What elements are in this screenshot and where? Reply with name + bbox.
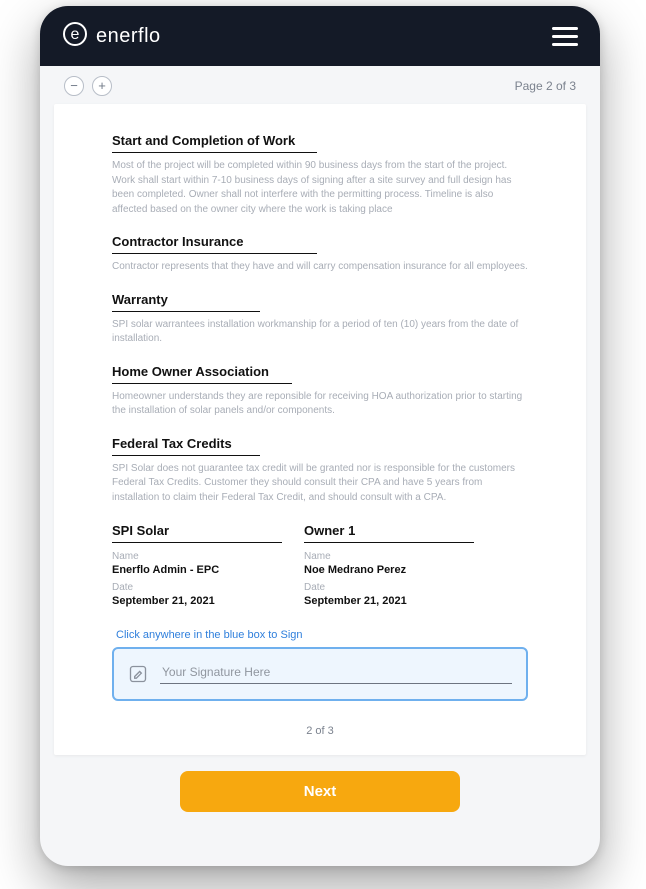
section-body: Contractor represents that they have and… <box>112 260 528 275</box>
zoom-controls: − + <box>64 76 112 96</box>
signature-icon <box>128 664 148 684</box>
signature-placeholder: Your Signature Here <box>160 665 270 679</box>
party-label: SPI Solar <box>112 523 282 543</box>
date-value: September 21, 2021 <box>112 595 282 607</box>
section-start-completion: Start and Completion of Work Most of the… <box>112 132 528 217</box>
section-title: Home Owner Association <box>112 364 292 384</box>
signature-party-1: SPI Solar Name Enerflo Admin - EPC Date … <box>112 523 282 607</box>
signature-box[interactable]: Your Signature Here <box>112 647 528 701</box>
zoom-in-button[interactable]: + <box>92 76 112 96</box>
section-title: Contractor Insurance <box>112 234 317 254</box>
section-contractor-insurance: Contractor Insurance Contractor represen… <box>112 233 528 275</box>
date-label: Date <box>304 582 474 593</box>
date-value: September 21, 2021 <box>304 595 474 607</box>
document-toolbar: − + Page 2 of 3 <box>40 66 600 104</box>
party-label: Owner 1 <box>304 523 474 543</box>
enerflo-logo-icon: e <box>62 21 88 52</box>
signature-prompt: Click anywhere in the blue box to Sign <box>116 629 528 641</box>
name-value: Enerflo Admin - EPC <box>112 564 282 576</box>
section-body: Homeowner understands they are reponsibl… <box>112 390 528 419</box>
brand-logo: e enerflo <box>62 21 161 52</box>
section-hoa: Home Owner Association Homeowner underst… <box>112 363 528 419</box>
document-page: Start and Completion of Work Most of the… <box>54 104 586 755</box>
svg-text:e: e <box>71 26 80 43</box>
menu-button[interactable] <box>552 27 578 46</box>
zoom-out-button[interactable]: − <box>64 76 84 96</box>
section-body: Most of the project will be completed wi… <box>112 159 528 217</box>
section-title: Federal Tax Credits <box>112 436 260 456</box>
name-value: Noe Medrano Perez <box>304 564 474 576</box>
app-header: e enerflo <box>40 6 600 66</box>
brand-name: enerflo <box>96 25 161 48</box>
section-title: Start and Completion of Work <box>112 133 317 153</box>
signature-party-2: Owner 1 Name Noe Medrano Perez Date Sept… <box>304 523 474 607</box>
section-body: SPI solar warrantees installation workma… <box>112 318 528 347</box>
signature-line: Your Signature Here <box>160 665 512 684</box>
signature-summary: SPI Solar Name Enerflo Admin - EPC Date … <box>112 523 528 607</box>
name-label: Name <box>112 551 282 562</box>
section-warranty: Warranty SPI solar warrantees installati… <box>112 291 528 347</box>
next-button[interactable]: Next <box>180 771 460 812</box>
page-indicator-top: Page 2 of 3 <box>515 79 576 93</box>
app-frame: e enerflo − + Page 2 of 3 Start and Comp… <box>40 6 600 866</box>
section-title: Warranty <box>112 292 260 312</box>
date-label: Date <box>112 582 282 593</box>
section-federal-tax: Federal Tax Credits SPI Solar does not g… <box>112 435 528 506</box>
name-label: Name <box>304 551 474 562</box>
page-indicator-bottom: 2 of 3 <box>112 725 528 737</box>
section-body: SPI Solar does not guarantee tax credit … <box>112 462 528 506</box>
